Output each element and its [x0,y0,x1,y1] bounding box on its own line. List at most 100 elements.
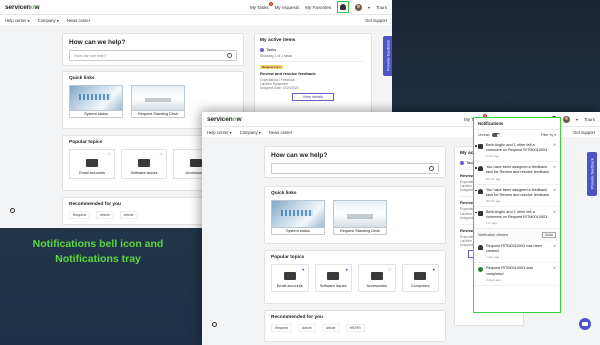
nav-help-center[interactable]: Help center ▾ [207,130,232,135]
quick-link-standing-desk[interactable]: Request Standing Desk [333,200,387,235]
bell-icon [478,245,483,251]
avatar[interactable] [562,115,570,123]
recommended-item[interactable]: Request [69,211,91,219]
hero-title: How can we help? [271,152,328,159]
nav-get-support[interactable]: Get support [573,130,595,135]
notification-item[interactable]: Request RITM0010003 has been created 1 da… [474,241,560,264]
topic-software-issues[interactable]: ♥ Software issues [314,264,352,292]
my-favorites-link[interactable]: My Favorites [305,5,331,10]
item-meta: Expectations / Feedback Landline Equipme… [260,78,299,91]
popular-topics-card: Popular topics ♥ Email accounts ♥ Software… [264,250,446,304]
recommended-item[interactable]: Article [298,324,316,332]
heart-icon[interactable]: ♥ [302,267,304,272]
tab-tasks[interactable]: Tasks [260,47,366,52]
nav-company[interactable]: Company ▾ [240,130,261,135]
provide-feedback-tab[interactable]: Provide feedback [587,152,597,196]
quick-link-system-status[interactable]: System status [69,85,123,118]
heart-icon[interactable]: ♡ [107,152,111,157]
avatar[interactable] [354,3,362,11]
topic-email-accounts[interactable]: ♡ Email accounts [69,149,115,179]
popular-topics-title: Popular topics [271,255,305,260]
notification-item[interactable]: Beth Anglin and 1 other left a comment o… [474,140,560,163]
quick-link-standing-desk[interactable]: Request Standing Desk [131,85,185,118]
search-input[interactable]: How can we help? [69,50,237,61]
notification-cleared-bar: Notification cleared Undo [474,229,560,242]
search-icon[interactable] [429,166,434,171]
nav-get-support[interactable]: Get support [365,18,387,23]
nav-company[interactable]: Company ▾ [38,18,59,23]
my-tasks-link[interactable]: My Tasks4 [250,1,273,10]
active-items-card: My active items Tasks Showing 1 of 1 tas… [254,33,372,115]
settings-icon[interactable] [212,322,217,327]
notification-item[interactable]: Beth Anglin and 1 other left a comment o… [474,207,560,230]
search-input[interactable] [271,163,439,174]
quick-links-title: Quick links [271,191,297,196]
topic-email-accounts[interactable]: ♥ Email accounts [271,264,309,292]
view-details-button[interactable]: View details [292,93,334,102]
email-icon [283,272,296,280]
heart-icon[interactable]: ♡ [388,267,392,272]
servicenow-logo[interactable]: servicenow [207,116,242,123]
topic-software-issues[interactable]: ♡ Software issues [121,149,167,179]
top-bar: servicenow My Tasks4 My requests My Favo… [0,0,392,15]
close-icon[interactable]: ✕ [553,266,556,281]
recommended-item[interactable]: HR/HR [345,324,365,332]
check-circle-icon [478,267,483,273]
heart-icon[interactable]: ♥ [433,267,435,272]
undo-button[interactable]: Undo [541,232,556,239]
nav-help-center[interactable]: Help center ▾ [5,18,30,23]
nav-news-center[interactable]: News center [269,130,292,135]
unread-dot [475,211,477,214]
recommended-item[interactable]: Article [119,211,138,219]
comment-icon [478,210,483,216]
unread-toggle[interactable] [492,133,501,137]
search-hero: How can we help? How can we help? [62,33,244,66]
filter-dropdown[interactable]: Filter by ▾ [541,133,556,137]
software-icon [327,272,340,280]
topic-computers[interactable]: ♥ Computers [401,264,439,292]
unread-label: Unread [478,133,490,137]
close-icon[interactable]: ✕ [553,210,556,225]
recommended-item[interactable]: Article [96,211,114,219]
email-icon [86,159,98,167]
chat-icon[interactable] [579,318,591,330]
active-item[interactable]: Request Form Review and resolve feedback… [260,61,366,102]
computer-icon [414,272,427,280]
recommended-item[interactable]: Article [321,324,340,332]
quick-link-system-status[interactable]: System status [271,200,325,235]
heart-icon[interactable]: ♥ [346,267,348,272]
user-name[interactable]: Tours [584,117,595,122]
unread-dot [475,189,477,192]
close-icon[interactable]: ✕ [553,244,556,259]
bell-icon [339,4,346,10]
search-hero: How can we help? [264,146,446,178]
provide-feedback-tab[interactable]: Provide feedback [383,36,392,76]
recommended-item[interactable]: Request [271,324,293,332]
user-name[interactable]: Tours [376,5,387,10]
heart-icon[interactable]: ♡ [159,152,163,157]
notifications-bell-highlight[interactable] [336,1,349,13]
accessories-icon [370,272,383,280]
close-icon[interactable]: ✕ [553,143,556,158]
item-title: Review and resolve feedback [260,71,316,76]
close-icon[interactable]: ✕ [553,188,556,203]
close-icon[interactable]: ✕ [553,165,556,180]
chevron-down-icon[interactable]: ▾ [576,117,578,122]
item-tag: Request Form [260,65,284,69]
chevron-down-icon[interactable]: ▾ [368,5,370,10]
bell-icon [478,188,483,194]
standing-desk-image [131,85,185,111]
notification-item[interactable]: You have been assigned a feedback task f… [474,185,560,207]
nav-bar: Help center ▾ Company ▾ News center Get … [0,15,392,25]
servicenow-logo[interactable]: servicenow [5,4,40,11]
settings-icon[interactable] [10,208,15,213]
tasks-icon [260,47,264,52]
topic-accessories[interactable]: ♡Accessories [358,264,396,292]
notification-item[interactable]: Request RITM0010003 was completed 2 days … [474,263,560,286]
nav-news-center[interactable]: News center [67,18,90,23]
active-items-title: My active items [260,38,296,43]
my-requests-link[interactable]: My requests [275,5,300,10]
tasks-icon [460,160,464,165]
notification-item[interactable]: You have been assigned a feedback task f… [474,162,560,185]
search-icon[interactable] [227,53,232,58]
